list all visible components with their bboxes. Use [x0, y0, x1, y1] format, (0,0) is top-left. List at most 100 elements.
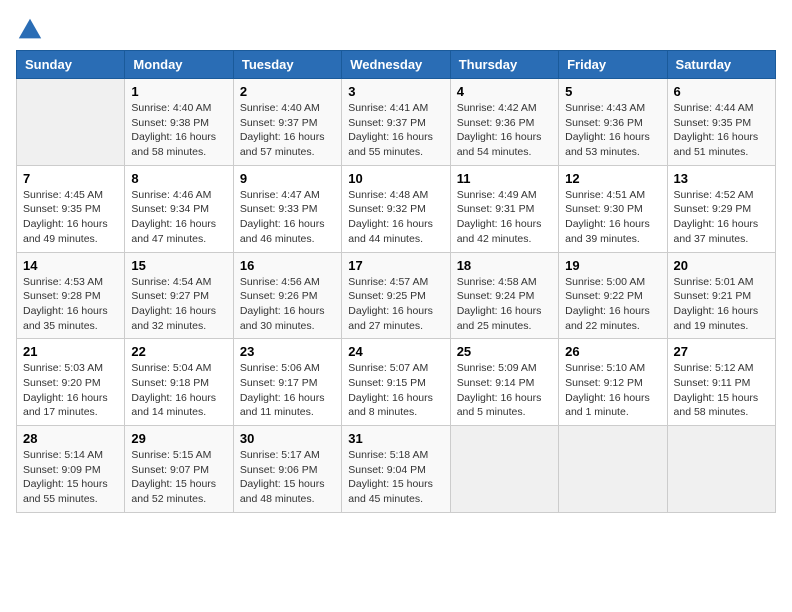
day-number: 29 — [131, 431, 226, 446]
calendar-cell: 2 Sunrise: 4:40 AM Sunset: 9:37 PM Daylig… — [233, 79, 341, 166]
day-number: 28 — [23, 431, 118, 446]
day-number: 18 — [457, 258, 552, 273]
day-info: Sunrise: 5:06 AM Sunset: 9:17 PM Dayligh… — [240, 361, 335, 420]
day-info: Sunrise: 4:42 AM Sunset: 9:36 PM Dayligh… — [457, 101, 552, 160]
day-number: 6 — [674, 84, 769, 99]
calendar-cell: 28 Sunrise: 5:14 AM Sunset: 9:09 PM Dayli… — [17, 426, 125, 513]
calendar-cell: 10 Sunrise: 4:48 AM Sunset: 9:32 PM Dayli… — [342, 165, 450, 252]
calendar-cell: 20 Sunrise: 5:01 AM Sunset: 9:21 PM Dayli… — [667, 252, 775, 339]
header — [16, 16, 776, 44]
header-friday: Friday — [559, 51, 667, 79]
header-row: SundayMondayTuesdayWednesdayThursdayFrid… — [17, 51, 776, 79]
day-number: 17 — [348, 258, 443, 273]
calendar-cell: 13 Sunrise: 4:52 AM Sunset: 9:29 PM Dayli… — [667, 165, 775, 252]
calendar-cell: 16 Sunrise: 4:56 AM Sunset: 9:26 PM Dayli… — [233, 252, 341, 339]
calendar-cell: 27Sunrise: 5:12 AM Sunset: 9:11 PM Dayli… — [667, 339, 775, 426]
day-info: Sunrise: 4:51 AM Sunset: 9:30 PM Dayligh… — [565, 188, 660, 247]
calendar-cell: 26 Sunrise: 5:10 AM Sunset: 9:12 PM Dayli… — [559, 339, 667, 426]
day-info: Sunrise: 4:54 AM Sunset: 9:27 PM Dayligh… — [131, 275, 226, 334]
day-number: 20 — [674, 258, 769, 273]
day-number: 10 — [348, 171, 443, 186]
day-number: 14 — [23, 258, 118, 273]
day-number: 12 — [565, 171, 660, 186]
week-row-4: 21Sunrise: 5:03 AM Sunset: 9:20 PM Dayli… — [17, 339, 776, 426]
day-info: Sunrise: 4:48 AM Sunset: 9:32 PM Dayligh… — [348, 188, 443, 247]
day-number: 25 — [457, 344, 552, 359]
calendar-cell: 24Sunrise: 5:07 AM Sunset: 9:15 PM Dayli… — [342, 339, 450, 426]
header-monday: Monday — [125, 51, 233, 79]
day-number: 16 — [240, 258, 335, 273]
calendar-cell: 6 Sunrise: 4:44 AM Sunset: 9:35 PM Daylig… — [667, 79, 775, 166]
calendar-cell: 23Sunrise: 5:06 AM Sunset: 9:17 PM Dayli… — [233, 339, 341, 426]
day-info: Sunrise: 4:44 AM Sunset: 9:35 PM Dayligh… — [674, 101, 769, 160]
day-info: Sunrise: 4:56 AM Sunset: 9:26 PM Dayligh… — [240, 275, 335, 334]
day-info: Sunrise: 4:47 AM Sunset: 9:33 PM Dayligh… — [240, 188, 335, 247]
header-thursday: Thursday — [450, 51, 558, 79]
day-info: Sunrise: 5:01 AM Sunset: 9:21 PM Dayligh… — [674, 275, 769, 334]
calendar-cell: 14 Sunrise: 4:53 AM Sunset: 9:28 PM Dayli… — [17, 252, 125, 339]
day-number: 26 — [565, 344, 660, 359]
day-info: Sunrise: 5:12 AM Sunset: 9:11 PM Dayligh… — [674, 361, 769, 420]
day-info: Sunrise: 5:14 AM Sunset: 9:09 PM Dayligh… — [23, 448, 118, 507]
day-number: 5 — [565, 84, 660, 99]
header-wednesday: Wednesday — [342, 51, 450, 79]
day-info: Sunrise: 5:10 AM Sunset: 9:12 PM Dayligh… — [565, 361, 660, 420]
day-number: 8 — [131, 171, 226, 186]
week-row-2: 7 Sunrise: 4:45 AM Sunset: 9:35 PM Daylig… — [17, 165, 776, 252]
day-info: Sunrise: 4:40 AM Sunset: 9:37 PM Dayligh… — [240, 101, 335, 160]
day-info: Sunrise: 4:41 AM Sunset: 9:37 PM Dayligh… — [348, 101, 443, 160]
calendar-table: SundayMondayTuesdayWednesdayThursdayFrid… — [16, 50, 776, 513]
day-info: Sunrise: 5:17 AM Sunset: 9:06 PM Dayligh… — [240, 448, 335, 507]
day-number: 19 — [565, 258, 660, 273]
day-info: Sunrise: 4:40 AM Sunset: 9:38 PM Dayligh… — [131, 101, 226, 160]
calendar-cell: 5 Sunrise: 4:43 AM Sunset: 9:36 PM Daylig… — [559, 79, 667, 166]
day-number: 15 — [131, 258, 226, 273]
calendar-cell: 22 Sunrise: 5:04 AM Sunset: 9:18 PM Dayli… — [125, 339, 233, 426]
calendar-cell: 15 Sunrise: 4:54 AM Sunset: 9:27 PM Dayli… — [125, 252, 233, 339]
day-number: 1 — [131, 84, 226, 99]
day-number: 3 — [348, 84, 443, 99]
day-number: 4 — [457, 84, 552, 99]
header-saturday: Saturday — [667, 51, 775, 79]
day-info: Sunrise: 4:43 AM Sunset: 9:36 PM Dayligh… — [565, 101, 660, 160]
calendar-cell: 21Sunrise: 5:03 AM Sunset: 9:20 PM Dayli… — [17, 339, 125, 426]
day-info: Sunrise: 4:49 AM Sunset: 9:31 PM Dayligh… — [457, 188, 552, 247]
calendar-cell: 4 Sunrise: 4:42 AM Sunset: 9:36 PM Daylig… — [450, 79, 558, 166]
day-info: Sunrise: 4:57 AM Sunset: 9:25 PM Dayligh… — [348, 275, 443, 334]
calendar-cell: 29 Sunrise: 5:15 AM Sunset: 9:07 PM Dayli… — [125, 426, 233, 513]
calendar-cell: 12 Sunrise: 4:51 AM Sunset: 9:30 PM Dayli… — [559, 165, 667, 252]
week-row-1: 1 Sunrise: 4:40 AM Sunset: 9:38 PM Daylig… — [17, 79, 776, 166]
day-info: Sunrise: 4:52 AM Sunset: 9:29 PM Dayligh… — [674, 188, 769, 247]
calendar-cell: 18 Sunrise: 4:58 AM Sunset: 9:24 PM Dayli… — [450, 252, 558, 339]
day-info: Sunrise: 4:45 AM Sunset: 9:35 PM Dayligh… — [23, 188, 118, 247]
calendar-cell: 17 Sunrise: 4:57 AM Sunset: 9:25 PM Dayli… — [342, 252, 450, 339]
calendar-cell — [559, 426, 667, 513]
calendar-cell: 9 Sunrise: 4:47 AM Sunset: 9:33 PM Daylig… — [233, 165, 341, 252]
calendar-cell: 31 Sunrise: 5:18 AM Sunset: 9:04 PM Dayli… — [342, 426, 450, 513]
week-row-5: 28 Sunrise: 5:14 AM Sunset: 9:09 PM Dayli… — [17, 426, 776, 513]
calendar-cell: 8Sunrise: 4:46 AM Sunset: 9:34 PM Daylig… — [125, 165, 233, 252]
day-number: 13 — [674, 171, 769, 186]
day-number: 7 — [23, 171, 118, 186]
calendar-cell: 19Sunrise: 5:00 AM Sunset: 9:22 PM Dayli… — [559, 252, 667, 339]
calendar-cell: 25 Sunrise: 5:09 AM Sunset: 9:14 PM Dayli… — [450, 339, 558, 426]
header-tuesday: Tuesday — [233, 51, 341, 79]
day-info: Sunrise: 4:53 AM Sunset: 9:28 PM Dayligh… — [23, 275, 118, 334]
calendar-cell: 7 Sunrise: 4:45 AM Sunset: 9:35 PM Daylig… — [17, 165, 125, 252]
day-number: 31 — [348, 431, 443, 446]
day-number: 22 — [131, 344, 226, 359]
day-number: 2 — [240, 84, 335, 99]
calendar-cell — [450, 426, 558, 513]
day-info: Sunrise: 5:18 AM Sunset: 9:04 PM Dayligh… — [348, 448, 443, 507]
day-number: 9 — [240, 171, 335, 186]
day-info: Sunrise: 5:09 AM Sunset: 9:14 PM Dayligh… — [457, 361, 552, 420]
day-number: 11 — [457, 171, 552, 186]
day-number: 21 — [23, 344, 118, 359]
logo-icon — [16, 16, 44, 44]
day-info: Sunrise: 4:58 AM Sunset: 9:24 PM Dayligh… — [457, 275, 552, 334]
logo — [16, 16, 48, 44]
day-info: Sunrise: 5:15 AM Sunset: 9:07 PM Dayligh… — [131, 448, 226, 507]
day-info: Sunrise: 5:04 AM Sunset: 9:18 PM Dayligh… — [131, 361, 226, 420]
calendar-cell: 3 Sunrise: 4:41 AM Sunset: 9:37 PM Daylig… — [342, 79, 450, 166]
calendar-cell: 1 Sunrise: 4:40 AM Sunset: 9:38 PM Daylig… — [125, 79, 233, 166]
